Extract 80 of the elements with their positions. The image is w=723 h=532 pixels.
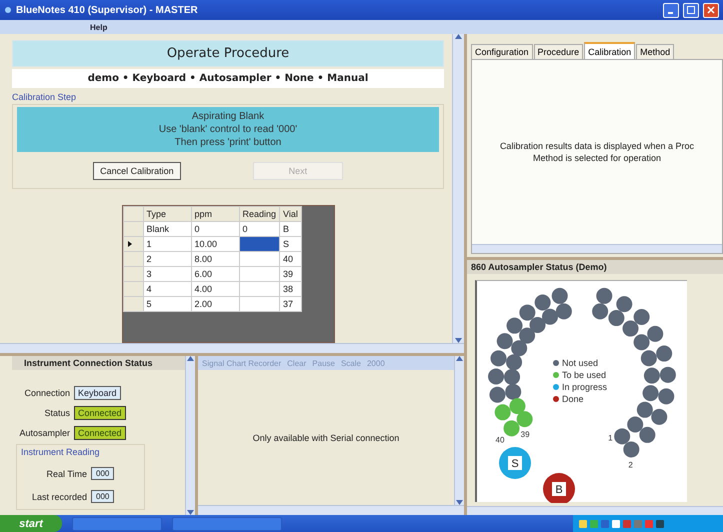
table-cell: 4.00: [191, 282, 239, 296]
table-cell: [239, 266, 280, 282]
panel-title: Instrument Connection Status: [12, 356, 185, 370]
maximize-icon: [687, 6, 695, 14]
table-cell: [239, 252, 280, 266]
status-field: Connected: [74, 406, 126, 420]
scrollbar[interactable]: [472, 244, 722, 253]
instruction-text: Use 'blank' control to read '000': [158, 123, 298, 136]
vial-number: 2: [628, 460, 633, 470]
table-cell: 10.00: [191, 236, 239, 252]
chart-message: Only available with Serial connection: [252, 432, 400, 442]
column-header: Vial: [280, 206, 302, 222]
vial-number: 40: [496, 436, 504, 445]
legend-label: Not used: [562, 358, 598, 368]
instruction-text: Then press 'print' button: [174, 136, 282, 149]
app-icon: [4, 6, 12, 14]
reading-field: 000: [91, 467, 114, 480]
tab[interactable]: Method: [636, 44, 674, 59]
tab[interactable]: Calibration: [584, 42, 636, 59]
standard-vial-icon: B: [543, 473, 575, 504]
column-header: Reading: [239, 206, 280, 222]
scrollbar[interactable]: [454, 356, 464, 505]
panel-title: 860 Autosampler Status (Demo): [467, 257, 723, 274]
scroll-up-icon[interactable]: [187, 356, 194, 361]
group-label: Calibration Step: [12, 92, 78, 102]
vial-number: 1: [608, 434, 613, 443]
status-field: Keyboard: [74, 386, 121, 400]
scroll-up-icon[interactable]: [456, 356, 463, 361]
field-label: Connection: [23, 388, 70, 398]
maximize-button[interactable]: [683, 2, 699, 18]
table-cell: 6.00: [191, 266, 239, 282]
field-label: Last recorded: [30, 492, 87, 502]
taskbar-button[interactable]: [72, 516, 162, 530]
minimize-button[interactable]: [663, 2, 679, 18]
scrollbar[interactable]: [0, 343, 464, 353]
calibration-message: Calibration results data is displayed when a Proc Method is selected for operation: [500, 140, 694, 164]
table-cell: [239, 296, 280, 312]
scrollbar[interactable]: [198, 505, 464, 515]
field-label: Autosampler: [18, 428, 70, 438]
row-header: [123, 206, 143, 222]
scrollbar[interactable]: [185, 356, 195, 515]
table-cell: 0: [191, 222, 239, 236]
scrollbar[interactable]: [467, 506, 723, 515]
instruction-text: Aspirating Blank: [192, 110, 264, 123]
legend-label: In progress: [562, 382, 608, 392]
tab[interactable]: Configuration: [471, 44, 533, 59]
close-button[interactable]: [703, 2, 719, 18]
column-header: Type: [143, 206, 191, 222]
table-cell: 1: [143, 236, 191, 252]
legend-label: To be used: [562, 370, 606, 380]
standard-vial-icon: S: [499, 447, 531, 480]
table-cell: 5: [143, 296, 191, 312]
start-button[interactable]: start: [0, 515, 62, 532]
reading-field: 000: [91, 490, 114, 503]
table-cell: 8.00: [191, 252, 239, 266]
close-icon: [707, 6, 715, 14]
table-cell: 3: [143, 266, 191, 282]
vial-number: 39: [520, 430, 530, 440]
table-cell: 2: [143, 252, 191, 266]
field-label: Status: [43, 408, 70, 418]
menu-item[interactable]: Help: [90, 22, 108, 32]
table-cell: 2.00: [191, 296, 239, 312]
tab[interactable]: Procedure: [534, 44, 584, 59]
scrollbar[interactable]: [452, 34, 464, 343]
row-header[interactable]: [123, 236, 143, 252]
procedure-title: Operate Procedure: [12, 40, 444, 67]
cancel-calibration-button[interactable]: Cancel Calibration: [93, 162, 181, 180]
table-cell: 4: [143, 282, 191, 296]
legend-label: Done: [562, 394, 584, 404]
group-label: Instrument Reading: [21, 447, 101, 457]
status-field: Connected: [74, 426, 126, 440]
table-cell: [239, 282, 280, 296]
field-label: Real Time: [45, 468, 87, 478]
window-title: BlueNotes 410 (Supervisor) - MASTER: [16, 4, 199, 16]
table-cell: 0: [239, 222, 280, 236]
column-header: ppm: [191, 206, 239, 222]
table-cell: [239, 236, 280, 252]
row-pointer-icon: [128, 241, 132, 247]
procedure-summary: demo • Keyboard • Autosampler • None • Manual: [12, 69, 444, 88]
table-cell: Blank: [143, 222, 191, 236]
